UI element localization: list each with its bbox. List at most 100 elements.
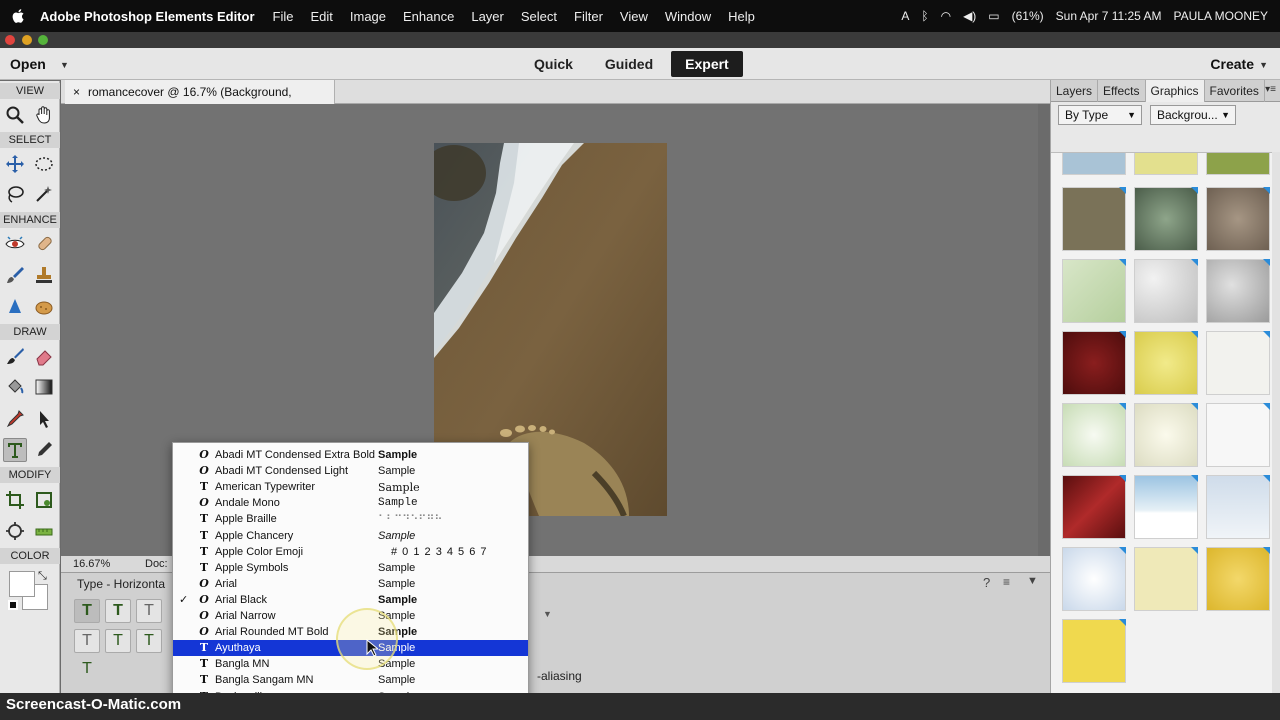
app-name-menu[interactable]: Adobe Photoshop Elements Editor (40, 9, 255, 24)
battery-percent[interactable]: (61%) (1012, 9, 1044, 23)
brush-tool-icon[interactable] (3, 344, 27, 368)
background-thumbnail[interactable] (1062, 153, 1126, 175)
create-dropdown-icon[interactable]: ▼ (1259, 60, 1268, 70)
blur-tool-icon[interactable] (3, 295, 27, 319)
eyedropper-tool-icon[interactable] (3, 407, 27, 431)
vertical-type-mask-button[interactable]: T (74, 629, 100, 653)
bluetooth-icon[interactable]: ᛒ (921, 9, 928, 23)
menu-enhance[interactable]: Enhance (403, 9, 454, 24)
lasso-tool-icon[interactable] (3, 182, 27, 206)
text-on-shape-button[interactable]: T (136, 629, 162, 653)
background-thumbnail[interactable] (1206, 331, 1270, 395)
crop-tool-icon[interactable] (3, 488, 27, 512)
sponge-tool-icon[interactable] (32, 295, 56, 319)
mode-guided[interactable]: Guided (591, 51, 667, 77)
background-thumbnail[interactable] (1134, 475, 1198, 539)
document-tab[interactable]: ×romancecover @ 16.7% (Background, RGB/8… (65, 80, 335, 123)
background-thumbnail[interactable] (1062, 547, 1126, 611)
zoom-window-icon[interactable] (38, 35, 48, 45)
clock[interactable]: Sun Apr 7 11:25 AM (1056, 9, 1162, 23)
open-dropdown-icon[interactable]: ▼ (60, 60, 69, 70)
recompose-tool-icon[interactable] (32, 488, 56, 512)
font-menu-item[interactable]: O Abadi MT Condensed Light Sample (173, 463, 528, 479)
menu-file[interactable]: File (273, 9, 294, 24)
move-tool-icon[interactable] (3, 152, 27, 176)
filter-category-dropdown[interactable]: Backgrou... ▼ (1150, 105, 1236, 125)
hand-tool-icon[interactable] (32, 103, 56, 127)
menu-select[interactable]: Select (521, 9, 557, 24)
menu-filter[interactable]: Filter (574, 9, 603, 24)
font-menu-item[interactable]: T Apple Braille ⠁⠃⠉⠙⠑⠋⠛⠓ (173, 511, 528, 527)
background-thumbnail[interactable] (1206, 153, 1270, 175)
zoom-tool-icon[interactable] (3, 103, 27, 127)
mode-expert[interactable]: Expert (671, 51, 743, 77)
background-thumbnail[interactable] (1134, 187, 1198, 251)
adobe-icon[interactable]: A (901, 9, 909, 23)
volume-icon[interactable]: ◀) (963, 9, 976, 23)
marquee-tool-icon[interactable] (32, 152, 56, 176)
thumbnails-scrollbar[interactable] (1272, 152, 1280, 693)
filter-type-dropdown[interactable]: By Type ▼ (1058, 105, 1142, 125)
zoom-level[interactable]: 16.67% (73, 558, 110, 570)
apple-icon[interactable] (12, 8, 26, 24)
background-thumbnail[interactable] (1062, 331, 1126, 395)
text-on-path-button[interactable]: T (74, 657, 100, 681)
horizontal-type-button[interactable]: T (74, 599, 100, 623)
font-menu-item[interactable]: T Bangla Sangam MN Sample (173, 672, 528, 688)
horizontal-type-mask-button[interactable]: T (136, 599, 162, 623)
background-thumbnail[interactable] (1206, 547, 1270, 611)
background-thumbnail[interactable] (1134, 259, 1198, 323)
paint-bucket-tool-icon[interactable] (3, 375, 27, 399)
create-button[interactable]: Create (1210, 56, 1254, 72)
smart-brush-tool-icon[interactable] (3, 263, 27, 287)
wifi-icon[interactable]: ◠ (941, 9, 951, 23)
menu-window[interactable]: Window (665, 9, 711, 24)
vertical-type-button[interactable]: T (105, 599, 131, 623)
font-menu-item[interactable]: ✓ O Arial Black Sample (173, 592, 528, 608)
swap-colors-icon[interactable]: ⤡ (38, 570, 47, 583)
anti-aliasing-label[interactable]: -aliasing (537, 669, 582, 683)
background-thumbnail[interactable] (1206, 475, 1270, 539)
gradient-tool-icon[interactable] (32, 375, 56, 399)
background-thumbnail[interactable] (1062, 187, 1126, 251)
text-on-selection-button[interactable]: T (105, 629, 131, 653)
background-thumbnail[interactable] (1062, 403, 1126, 467)
tab-layers[interactable]: Layers (1051, 80, 1099, 102)
font-menu-item[interactable]: T American Typewriter Sample (173, 479, 528, 495)
background-thumbnail[interactable] (1134, 331, 1198, 395)
tab-graphics[interactable]: Graphics (1145, 80, 1205, 102)
font-menu-item[interactable]: O Andale Mono Sample (173, 495, 528, 511)
menu-image[interactable]: Image (350, 9, 386, 24)
help-icon[interactable]: ? (983, 575, 990, 590)
font-menu-item[interactable]: T Apple Symbols Sample (173, 560, 528, 576)
background-thumbnail[interactable] (1134, 153, 1198, 175)
background-thumbnail[interactable] (1062, 619, 1126, 683)
font-menu-item[interactable]: T Apple Color Emoji # 0 1 2 3 4 5 6 7 (173, 544, 528, 560)
background-thumbnail[interactable] (1134, 547, 1198, 611)
tab-effects[interactable]: Effects (1098, 80, 1146, 102)
close-window-icon[interactable] (5, 35, 15, 45)
background-thumbnail[interactable] (1206, 187, 1270, 251)
menu-help[interactable]: Help (728, 9, 755, 24)
content-aware-move-tool-icon[interactable] (3, 519, 27, 543)
collapse-options-icon[interactable]: ▼ (1027, 575, 1038, 587)
minimize-window-icon[interactable] (22, 35, 32, 45)
straighten-tool-icon[interactable] (32, 519, 56, 543)
background-thumbnail[interactable] (1134, 403, 1198, 467)
magic-wand-tool-icon[interactable] (32, 182, 56, 206)
background-thumbnail[interactable] (1206, 403, 1270, 467)
options-menu-icon[interactable]: ≡ (1003, 575, 1010, 589)
type-tool-icon[interactable] (3, 438, 27, 462)
mode-quick[interactable]: Quick (520, 51, 587, 77)
tab-favorites[interactable]: Favorites (1205, 80, 1265, 102)
custom-shape-selection-tool-icon[interactable] (32, 407, 56, 431)
open-button[interactable]: Open (10, 56, 46, 72)
user-name[interactable]: PAULA MOONEY (1174, 9, 1268, 23)
font-menu-item[interactable]: O Arial Sample (173, 576, 528, 592)
font-menu-item[interactable]: O Abadi MT Condensed Extra Bold Sample (173, 447, 528, 463)
red-eye-tool-icon[interactable] (3, 232, 27, 256)
close-tab-icon[interactable]: × (73, 85, 80, 99)
eraser-tool-icon[interactable] (32, 344, 56, 368)
menu-edit[interactable]: Edit (310, 9, 332, 24)
background-thumbnail[interactable] (1062, 259, 1126, 323)
